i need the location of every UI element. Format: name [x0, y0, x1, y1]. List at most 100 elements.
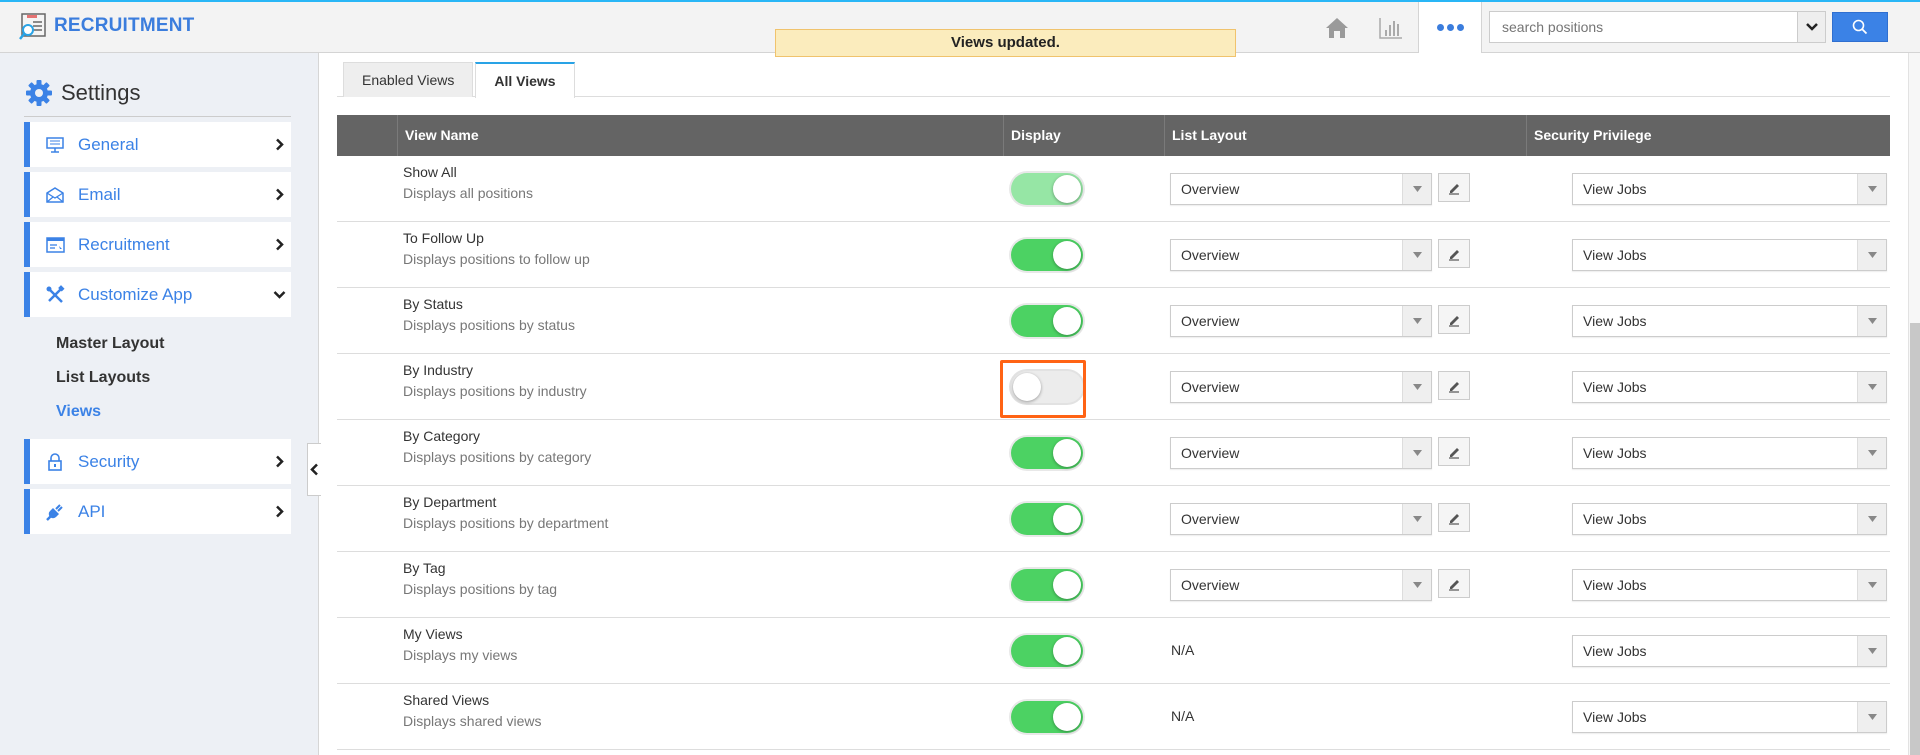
security-privilege-select[interactable]: View Jobs — [1572, 701, 1887, 733]
more-button[interactable] — [1418, 2, 1482, 53]
sidebar-collapse-button[interactable] — [307, 443, 321, 496]
scrollbar-thumb[interactable] — [1910, 323, 1920, 755]
display-toggle[interactable] — [1011, 305, 1083, 337]
list-layout-select[interactable]: Overview — [1170, 437, 1432, 469]
table-row: By Industry Displays positions by industr… — [337, 354, 1890, 420]
sidebar-item-recruitment[interactable]: Recruitment — [24, 222, 291, 267]
dropdown-arrow[interactable] — [1857, 636, 1886, 666]
view-description: Displays positions by category — [403, 449, 592, 465]
gear-icon — [26, 80, 52, 106]
caret-down-icon — [1412, 252, 1422, 258]
display-toggle[interactable] — [1011, 635, 1083, 667]
dropdown-arrow[interactable] — [1402, 240, 1431, 270]
security-privilege-select[interactable]: View Jobs — [1572, 503, 1887, 535]
dropdown-arrow[interactable] — [1402, 438, 1431, 468]
dropdown-arrow[interactable] — [1402, 174, 1431, 204]
caret-down-icon — [1867, 516, 1877, 522]
reports-button[interactable] — [1364, 2, 1418, 53]
dropdown-arrow[interactable] — [1402, 372, 1431, 402]
sidebar-item-customize-app[interactable]: Customize App — [24, 272, 291, 317]
edit-list-layout-button[interactable] — [1438, 173, 1470, 202]
views-tabs: Enabled Views All Views — [343, 62, 577, 98]
dropdown-arrow[interactable] — [1857, 240, 1886, 270]
list-layout-select[interactable]: Overview — [1170, 173, 1432, 205]
security-privilege-select[interactable]: View Jobs — [1572, 635, 1887, 667]
sidebar-item-email[interactable]: Email — [24, 172, 291, 217]
window-icon — [46, 236, 65, 253]
caret-down-icon — [1867, 582, 1877, 588]
dropdown-arrow[interactable] — [1857, 702, 1886, 732]
edit-list-layout-button[interactable] — [1438, 503, 1470, 532]
pencil-icon — [1449, 447, 1459, 459]
list-layout-select[interactable]: Overview — [1170, 239, 1432, 271]
dropdown-arrow[interactable] — [1402, 570, 1431, 600]
vertical-scrollbar[interactable] — [1908, 53, 1920, 755]
search-input[interactable] — [1490, 12, 1780, 42]
security-privilege-select[interactable]: View Jobs — [1572, 569, 1887, 601]
display-toggle[interactable] — [1011, 437, 1083, 469]
list-layout-na: N/A — [1171, 642, 1195, 658]
display-toggle[interactable] — [1011, 239, 1083, 271]
search-filter-dropdown[interactable] — [1797, 12, 1825, 42]
list-layout-select[interactable]: Overview — [1170, 503, 1432, 535]
security-privilege-select[interactable]: View Jobs — [1572, 437, 1887, 469]
submenu-list-layouts[interactable]: List Layouts — [56, 369, 150, 387]
view-description: Displays positions to follow up — [403, 251, 590, 267]
dropdown-arrow[interactable] — [1857, 570, 1886, 600]
display-toggle[interactable] — [1011, 173, 1083, 205]
monitor-icon — [46, 136, 64, 153]
toggle-knob — [1053, 307, 1081, 335]
display-toggle[interactable] — [1011, 569, 1083, 601]
list-layout-select[interactable]: Overview — [1170, 569, 1432, 601]
edit-list-layout-button[interactable] — [1438, 569, 1470, 598]
security-privilege-select[interactable]: View Jobs — [1572, 371, 1887, 403]
sidebar-item-api[interactable]: API — [24, 489, 291, 534]
display-toggle[interactable] — [1011, 503, 1083, 535]
dropdown-arrow[interactable] — [1857, 306, 1886, 336]
sidebar-item-label: Recruitment — [78, 234, 170, 254]
list-layout-value: Overview — [1181, 511, 1240, 527]
edit-list-layout-button[interactable] — [1438, 305, 1470, 334]
view-description: Displays positions by industry — [403, 383, 587, 399]
sidebar-item-general[interactable]: General — [24, 122, 291, 167]
tab-enabled-views[interactable]: Enabled Views — [343, 62, 474, 97]
search-box — [1489, 11, 1826, 43]
dropdown-arrow[interactable] — [1402, 306, 1431, 336]
view-name: By Status — [403, 296, 463, 312]
settings-sidebar: Settings General Email Recruitment Custo… — [0, 53, 319, 755]
sidebar-item-security[interactable]: Security — [24, 439, 291, 484]
dropdown-arrow[interactable] — [1857, 438, 1886, 468]
dropdown-arrow[interactable] — [1402, 504, 1431, 534]
toggle-knob — [1053, 505, 1081, 533]
submenu-views[interactable]: Views — [56, 403, 101, 421]
home-button[interactable] — [1310, 2, 1364, 53]
more-dot-icon — [1446, 24, 1454, 31]
pencil-icon — [1449, 315, 1459, 327]
submenu-master-layout[interactable]: Master Layout — [56, 335, 164, 353]
list-layout-value: Overview — [1181, 577, 1240, 593]
list-layout-select[interactable]: Overview — [1170, 305, 1432, 337]
table-row: My Views Displays my views N/A View Jobs — [337, 618, 1890, 684]
edit-list-layout-button[interactable] — [1438, 371, 1470, 400]
dropdown-arrow[interactable] — [1857, 372, 1886, 402]
edit-list-layout-button[interactable] — [1438, 437, 1470, 466]
chevron-right-icon — [275, 505, 284, 518]
dropdown-arrow[interactable] — [1857, 174, 1886, 204]
chevron-right-icon — [275, 188, 284, 201]
dropdown-arrow[interactable] — [1857, 504, 1886, 534]
display-toggle[interactable] — [1011, 701, 1083, 733]
security-privilege-select[interactable]: View Jobs — [1572, 239, 1887, 271]
brand[interactable]: RECRUITMENT — [18, 11, 194, 41]
sidebar-item-label: Security — [78, 451, 140, 471]
security-privilege-select[interactable]: View Jobs — [1572, 305, 1887, 337]
security-privilege-select[interactable]: View Jobs — [1572, 173, 1887, 205]
envelope-icon — [46, 186, 64, 203]
table-row: Shared Views Displays shared views N/A View… — [337, 684, 1890, 750]
caret-down-icon — [1867, 252, 1877, 258]
list-layout-select[interactable]: Overview — [1170, 371, 1432, 403]
edit-list-layout-button[interactable] — [1438, 239, 1470, 268]
tab-all-views[interactable]: All Views — [475, 62, 575, 98]
caret-down-icon — [1867, 318, 1877, 324]
search-button[interactable] — [1832, 12, 1888, 42]
view-name: My Views — [403, 626, 463, 642]
